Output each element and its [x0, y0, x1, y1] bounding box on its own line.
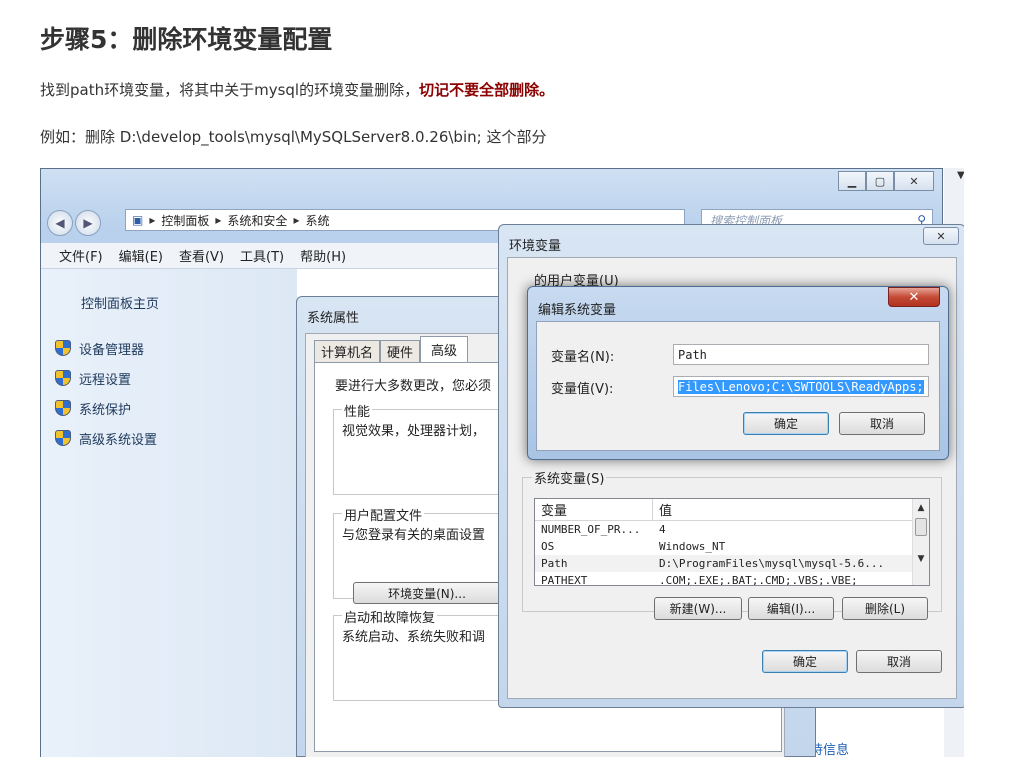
environment-variables-button[interactable]: 环境变量(N)...	[353, 582, 501, 604]
breadcrumb-1[interactable]: 系统和安全	[227, 212, 287, 229]
field-value: Path	[678, 347, 707, 362]
table-row[interactable]: NUMBER_OF_PR... 4	[535, 521, 929, 538]
cancel-button[interactable]: 取消	[856, 650, 942, 673]
tab-advanced[interactable]: 高级	[420, 336, 469, 362]
field-value: Files\Lenovo;C:\SWTOOLS\ReadyApps;	[678, 379, 924, 394]
table-row-selected[interactable]: Path D:\ProgramFiles\mysql\mysql-5.6...	[535, 555, 929, 572]
variable-name-field[interactable]: Path	[673, 344, 929, 365]
scroll-thumb[interactable]	[915, 518, 927, 536]
task-advanced-settings[interactable]: 高级系统设置	[55, 423, 157, 453]
back-icon[interactable]: ◀	[47, 210, 73, 236]
dialog-title: 系统属性	[307, 311, 360, 326]
scroll-down-icon[interactable]: ▼	[913, 550, 929, 567]
window-controls: ▁ ▢ ✕	[838, 171, 934, 191]
var-name: OS	[541, 540, 555, 553]
vertical-scrollbar[interactable]: ▲ ▼	[912, 499, 929, 585]
ok-button[interactable]: 确定	[762, 650, 848, 673]
group-text: 与您登录有关的桌面设置	[342, 528, 486, 543]
close-icon[interactable]: ✕	[888, 287, 940, 307]
variable-value-label: 变量值(V):	[551, 382, 614, 397]
scroll-up-icon[interactable]: ▲	[913, 499, 929, 516]
admin-notice: 要进行大多数更改，您必须	[335, 379, 492, 394]
instruction-paragraph: 找到path环境变量，将其中关于mysql的环境变量删除，切记不要全部删除。	[40, 79, 554, 100]
group-label: 性能	[342, 401, 373, 420]
screenshot: ▁ ▢ ✕ ◀ ▶ ▣ ▸ 控制面板 ▸ 系统和安全 ▸ 系统 搜索控制面板 ⚲…	[40, 168, 964, 757]
var-value: 4	[659, 523, 666, 536]
edit-system-variable-dialog: 编辑系统变量 ✕ 变量名(N): Path 变量值(V): Files\Leno…	[527, 286, 949, 460]
task-label: 高级系统设置	[79, 432, 158, 448]
forward-icon[interactable]: ▶	[75, 210, 101, 236]
dialog-title: 编辑系统变量	[538, 303, 617, 318]
shield-icon	[55, 370, 71, 386]
task-label: 远程设置	[79, 372, 132, 388]
shield-icon	[55, 340, 71, 356]
list-header: 变量 值	[535, 499, 929, 521]
menu-tools[interactable]: 工具(T)	[240, 246, 284, 265]
task-remote-settings[interactable]: 远程设置	[55, 363, 157, 393]
shield-icon	[55, 400, 71, 416]
task-device-manager[interactable]: 设备管理器	[55, 333, 157, 363]
delete-variable-button[interactable]: 删除(L)	[842, 597, 928, 620]
article-heading: 步骤5：删除环境变量配置	[40, 25, 333, 54]
breadcrumb-0[interactable]: 控制面板	[161, 212, 209, 229]
instruction-text: 找到path环境变量，将其中关于mysql的环境变量删除，	[40, 81, 420, 99]
example-paragraph: 例如：删除 D:\develop_tools\mysql\MySQLServer…	[40, 128, 547, 146]
minimize-button[interactable]: ▁	[838, 171, 866, 191]
cancel-button[interactable]: 取消	[839, 412, 925, 435]
group-text: 视觉效果，处理器计划，	[342, 424, 486, 439]
dropdown-arrow-icon[interactable]: ▼	[957, 170, 964, 181]
shield-icon	[55, 430, 71, 446]
group-label: 用户配置文件	[342, 505, 425, 524]
system-variables-list[interactable]: 变量 值 NUMBER_OF_PR... 4 OS Windows_NT Path D…	[534, 498, 930, 586]
var-value: D:\ProgramFiles\mysql\mysql-5.6...	[659, 557, 885, 570]
close-icon[interactable]: ✕	[894, 171, 934, 191]
variable-value-field[interactable]: Files\Lenovo;C:\SWTOOLS\ReadyApps;	[673, 376, 929, 397]
var-value: Windows_NT	[659, 540, 726, 553]
var-name: Path	[541, 557, 568, 570]
dialog-body: 变量名(N): Path 变量值(V): Files\Lenovo;C:\SWT…	[536, 321, 940, 451]
dialog-title: 环境变量	[509, 239, 562, 254]
breadcrumb-2[interactable]: 系统	[305, 212, 329, 229]
maximize-button[interactable]: ▢	[866, 171, 894, 191]
table-row[interactable]: PATHEXT .COM;.EXE;.BAT;.CMD;.VBS;.VBE;	[535, 572, 929, 586]
task-list: 设备管理器 远程设置 系统保护 高级系统设置	[55, 333, 157, 453]
var-value: .COM;.EXE;.BAT;.CMD;.VBS;.VBE;	[659, 574, 858, 586]
tab-strip: 计算机名 硬件 高级	[314, 336, 469, 362]
close-icon[interactable]: ✕	[923, 227, 959, 245]
control-panel-home-link[interactable]: 控制面板主页	[81, 293, 159, 312]
task-system-protection[interactable]: 系统保护	[55, 393, 157, 423]
tab-hardware[interactable]: 硬件	[380, 340, 421, 362]
task-label: 设备管理器	[79, 342, 145, 358]
variable-name-label: 变量名(N):	[551, 350, 615, 365]
column-header-value[interactable]: 值	[653, 500, 672, 519]
edit-variable-button[interactable]: 编辑(I)...	[748, 597, 834, 620]
system-variables-label: 系统变量(S)	[532, 468, 607, 487]
var-name: NUMBER_OF_PR...	[541, 523, 641, 536]
menu-view[interactable]: 查看(V)	[179, 246, 224, 265]
column-header-variable[interactable]: 变量	[535, 499, 653, 520]
table-row[interactable]: OS Windows_NT	[535, 538, 929, 555]
ok-button[interactable]: 确定	[743, 412, 829, 435]
menu-file[interactable]: 文件(F)	[59, 246, 103, 265]
left-pane: 控制面板主页 设备管理器 远程设置 系统保护 高级系统设置	[41, 269, 297, 757]
var-name: PATHEXT	[541, 574, 588, 586]
tab-computer-name[interactable]: 计算机名	[314, 340, 381, 362]
menu-help[interactable]: 帮助(H)	[300, 246, 346, 265]
new-variable-button[interactable]: 新建(W)...	[654, 597, 742, 620]
warning-text: 切记不要全部删除。	[419, 81, 555, 99]
computer-icon: ▣	[132, 213, 144, 227]
task-label: 系统保护	[79, 402, 132, 418]
group-text: 系统启动、系统失败和调	[342, 630, 486, 645]
menu-edit[interactable]: 编辑(E)	[119, 246, 163, 265]
group-label: 启动和故障恢复	[342, 607, 438, 626]
